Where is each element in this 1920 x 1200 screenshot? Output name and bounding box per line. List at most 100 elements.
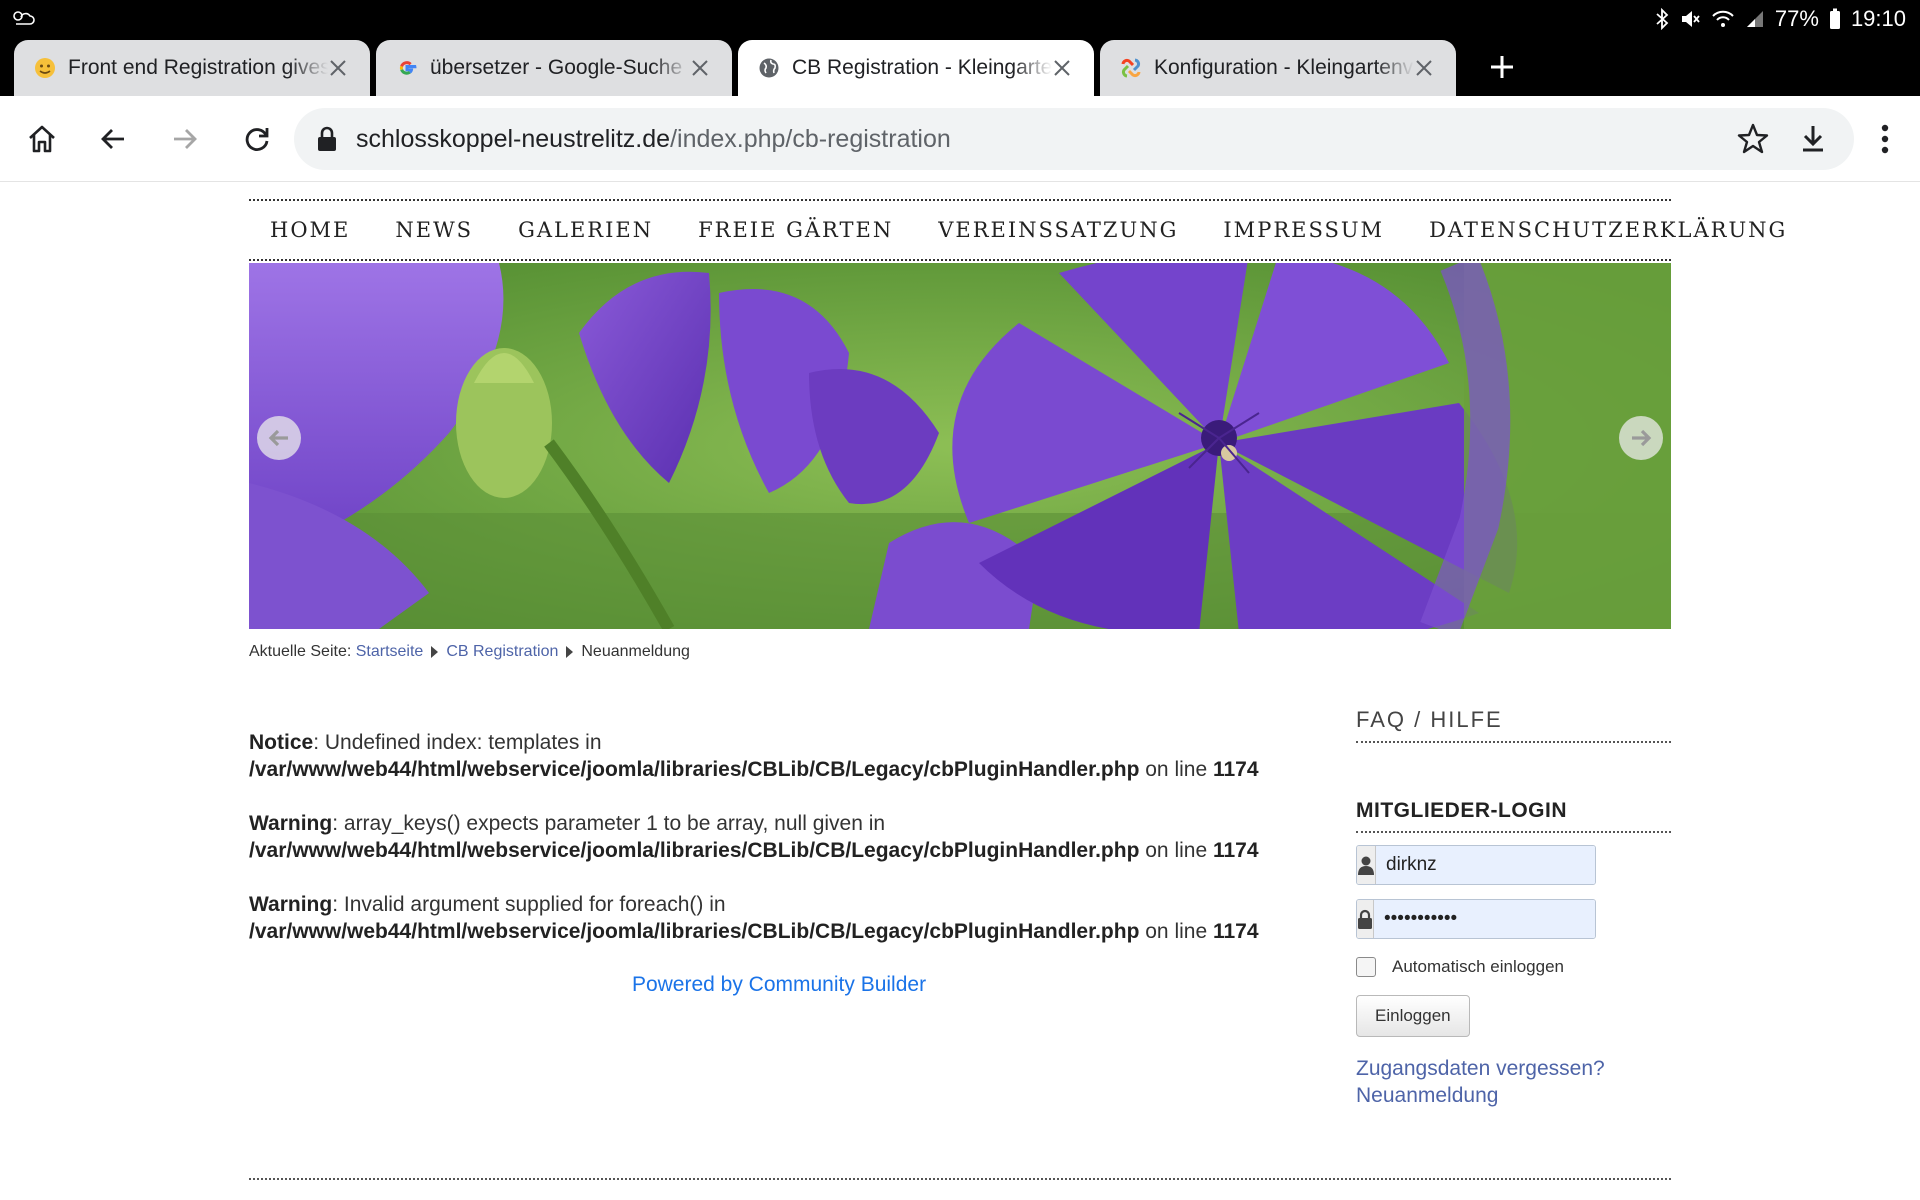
error-level: Warning [249,893,333,916]
wifi-icon [1712,10,1734,27]
weather-icon [13,11,35,25]
signal-icon [1746,11,1763,27]
breadcrumb-link-startseite[interactable]: Startseite [356,643,424,661]
main-navigation: HOME NEWS GALERIEN FREIE GÄRTEN VEREINSS… [249,199,1785,261]
powered-by-footer: Powered by Community Builder [249,973,1309,997]
reload-icon [245,128,269,151]
user-icon [1357,846,1376,884]
nav-news[interactable]: NEWS [395,218,473,242]
error-level: Notice [249,731,314,754]
nav-datenschutz[interactable]: DATENSCHUTZERKLÄRUNG [1429,218,1787,242]
home-icon [29,125,55,153]
arrow-right-icon [1632,429,1652,447]
error-online: on line [1139,920,1213,943]
username-input[interactable] [1376,846,1595,884]
web-page: HOME NEWS GALERIEN FREIE GÄRTEN VEREINSS… [0,183,1920,1200]
breadcrumb-separator-icon [566,646,574,658]
login-button[interactable]: Einloggen [1356,995,1470,1037]
breadcrumb: Aktuelle Seite: Startseite CB Registratio… [249,643,690,661]
register-link[interactable]: Neuanmeldung [1356,1082,1671,1109]
error-text: : Undefined index: templates in [313,731,602,754]
error-level: Warning [249,812,333,835]
tab-strip: Front end Registration gives übersetzer … [0,38,1920,96]
home-button[interactable] [21,118,63,160]
bookmark-star-icon[interactable] [1736,122,1770,156]
error-message: Warning: Invalid argument supplied for f… [249,891,1309,945]
nav-galerien[interactable]: GALERIEN [518,218,653,242]
browser-tab[interactable]: Konfiguration - Kleingartenve [1100,40,1456,96]
tab-title: Front end Registration gives [68,56,328,79]
new-tab-icon[interactable] [1487,52,1517,82]
powered-by-link[interactable]: Powered by Community Builder [632,973,926,996]
php-error-output: Notice: Undefined index: templates in /v… [249,729,1309,972]
error-line-number: 1174 [1212,758,1259,781]
nav-vereinssatzung[interactable]: VEREINSSATZUNG [938,218,1178,242]
battery-icon [1829,8,1840,29]
remember-checkbox[interactable] [1356,957,1376,977]
nav-freie-gaerten[interactable]: FREIE GÄRTEN [698,218,893,242]
error-path: /var/www/web44/html/webservice/joomla/li… [249,920,1140,943]
browser-tab[interactable]: übersetzer - Google-Suche [376,40,732,96]
globe-icon [756,55,782,81]
image-slider [249,263,1671,629]
forgot-credentials-link[interactable]: Zugangsdaten vergessen? [1356,1055,1671,1082]
sidebar: FAQ / HILFE MITGLIEDER-LOGIN Automatisch… [1356,707,1671,1109]
breadcrumb-link-cb-registration[interactable]: CB Registration [446,643,558,661]
forward-button[interactable] [164,118,206,160]
breadcrumb-current: Neuanmeldung [581,643,690,660]
password-group [1356,899,1596,939]
lock-icon[interactable] [316,125,338,153]
remember-label: Automatisch einloggen [1392,957,1565,976]
emoji-face-icon [32,55,58,81]
browser-tab[interactable]: Front end Registration gives [14,40,370,96]
footer-divider [249,1178,1671,1180]
breadcrumb-separator-icon [431,646,439,658]
nav-impressum[interactable]: IMPRESSUM [1223,218,1384,242]
tab-title: CB Registration - Kleingarten [792,56,1052,79]
faq-heading: FAQ / HILFE [1356,707,1671,743]
browser-toolbar: schlosskoppel-neustrelitz.de/index.php/c… [0,96,1920,182]
slider-next-button[interactable] [1619,416,1663,460]
reload-button[interactable] [236,118,278,160]
back-arrow-icon [101,129,124,149]
error-online: on line [1139,839,1213,862]
login-links: Zugangsdaten vergessen? Neuanmeldung [1356,1055,1671,1109]
error-text: : array_keys() expects parameter 1 to be… [332,812,886,835]
close-tab-icon[interactable] [1412,56,1436,80]
url-host: schlosskoppel-neustrelitz.de [356,125,671,153]
username-group [1356,845,1596,885]
bluetooth-icon [1656,8,1669,30]
error-path: /var/www/web44/html/webservice/joomla/li… [249,758,1140,781]
close-tab-icon[interactable] [326,56,350,80]
tab-title: Konfiguration - Kleingartenve [1154,56,1414,79]
password-input[interactable] [1374,900,1595,938]
back-button[interactable] [92,118,134,160]
error-line-number: 1174 [1212,920,1259,943]
error-text: : Invalid argument supplied for foreach(… [332,893,726,916]
error-line-number: 1174 [1212,839,1259,862]
address-bar[interactable]: schlosskoppel-neustrelitz.de/index.php/c… [294,108,1854,170]
close-tab-icon[interactable] [1050,56,1074,80]
system-status-bar: 77% 19:10 [0,0,1920,38]
joomla-icon [1118,55,1144,81]
forward-arrow-icon [174,129,197,149]
download-icon[interactable] [1796,122,1830,156]
google-icon [394,55,420,81]
error-message: Warning: array_keys() expects parameter … [249,810,1309,864]
nav-home[interactable]: HOME [270,218,350,242]
overflow-menu-icon[interactable] [1870,118,1900,160]
mute-icon [1681,11,1700,27]
arrow-left-icon [268,429,288,447]
error-message: Notice: Undefined index: templates in /v… [249,729,1309,783]
url-path: /index.php/cb-registration [670,125,951,153]
battery-percent: 77% [1774,6,1819,31]
remember-me[interactable]: Automatisch einloggen [1356,957,1671,977]
url-text[interactable]: schlosskoppel-neustrelitz.de/index.php/c… [356,108,951,170]
login-heading: MITGLIEDER-LOGIN [1356,799,1671,833]
lock-icon [1357,900,1374,938]
browser-tab-active[interactable]: CB Registration - Kleingarten [738,40,1094,96]
clock: 19:10 [1850,6,1906,31]
close-tab-icon[interactable] [688,56,712,80]
slider-prev-button[interactable] [257,416,301,460]
error-online: on line [1139,758,1213,781]
